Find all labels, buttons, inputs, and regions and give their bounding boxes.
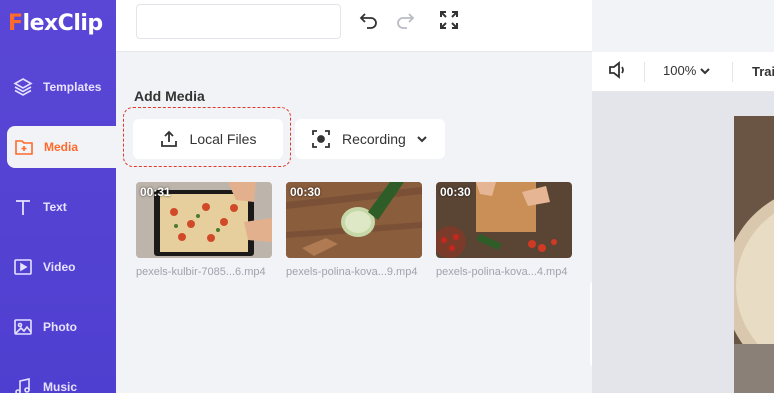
speaker-icon xyxy=(608,60,628,84)
music-icon xyxy=(12,376,34,393)
local-files-button[interactable]: Local Files xyxy=(133,119,283,159)
local-files-label: Local Files xyxy=(189,131,257,147)
sidebar-item-video[interactable]: Video xyxy=(0,246,116,288)
sidebar-item-label: Music xyxy=(43,380,78,393)
video-preview[interactable] xyxy=(734,116,774,393)
divider xyxy=(732,62,733,82)
fullscreen-button[interactable] xyxy=(437,10,461,34)
section-title: Add Media xyxy=(134,88,205,104)
editor-toolbar: 100% Trai xyxy=(592,52,774,92)
video-thumbnail: 00:30 xyxy=(436,182,572,258)
layers-icon xyxy=(12,76,34,98)
media-panel: Add Media Local Files Recording 00:31 pe… xyxy=(116,52,608,393)
undo-button[interactable] xyxy=(357,10,381,34)
video-thumbnail: 00:31 xyxy=(136,182,272,258)
media-item[interactable]: 00:30 pexels-polina-kova...4.mp4 xyxy=(436,182,572,278)
flexclip-logo[interactable]: FlexClip xyxy=(8,8,103,38)
sidebar-item-label: Video xyxy=(43,260,76,274)
sidebar-item-music[interactable]: Music xyxy=(0,366,116,393)
chevron-down-icon xyxy=(416,133,428,145)
sidebar-item-label: Media xyxy=(44,140,79,154)
file-name: pexels-polina-kova...4.mp4 xyxy=(436,266,568,278)
sidebar: FlexClip Templates Media Text Video Phot… xyxy=(0,0,116,393)
file-name: pexels-kulbir-7085...6.mp4 xyxy=(136,266,266,278)
top-toolbar xyxy=(116,0,592,52)
media-item[interactable]: 00:30 pexels-polina-kova...9.mp4 xyxy=(286,182,422,278)
media-item[interactable]: 00:31 pexels-kulbir-7085...6.mp4 xyxy=(136,182,272,278)
duration-badge: 00:30 xyxy=(290,185,321,199)
zoom-value: 100% xyxy=(663,63,697,78)
zoom-dropdown[interactable]: 100% xyxy=(663,63,711,78)
preview-canvas xyxy=(592,92,774,393)
fullscreen-icon xyxy=(440,10,458,34)
sidebar-item-label: Photo xyxy=(43,320,77,334)
transition-button[interactable]: Trai xyxy=(752,64,774,79)
sidebar-item-label: Templates xyxy=(43,80,102,94)
volume-button[interactable] xyxy=(608,60,630,84)
folder-plus-icon xyxy=(13,136,35,158)
sidebar-item-label: Text xyxy=(43,200,67,214)
video-icon xyxy=(12,256,34,278)
undo-icon xyxy=(359,10,379,35)
file-name: pexels-polina-kova...9.mp4 xyxy=(286,266,418,278)
sidebar-item-text[interactable]: Text xyxy=(0,186,116,228)
chevron-down-icon xyxy=(699,65,711,77)
sidebar-item-templates[interactable]: Templates xyxy=(0,66,116,108)
duration-badge: 00:31 xyxy=(140,185,171,199)
duration-badge: 00:30 xyxy=(440,185,471,199)
recording-button[interactable]: Recording xyxy=(295,119,445,159)
upload-icon xyxy=(160,130,178,148)
project-name-input[interactable] xyxy=(136,4,341,39)
recording-label: Recording xyxy=(342,131,406,147)
record-icon xyxy=(312,130,330,148)
photo-icon xyxy=(12,316,34,338)
divider xyxy=(644,62,645,82)
redo-button[interactable] xyxy=(393,10,417,34)
video-thumbnail: 00:30 xyxy=(286,182,422,258)
text-icon xyxy=(12,196,34,218)
sidebar-item-media[interactable]: Media xyxy=(7,126,116,168)
sidebar-item-photo[interactable]: Photo xyxy=(0,306,116,348)
redo-icon xyxy=(395,10,415,35)
